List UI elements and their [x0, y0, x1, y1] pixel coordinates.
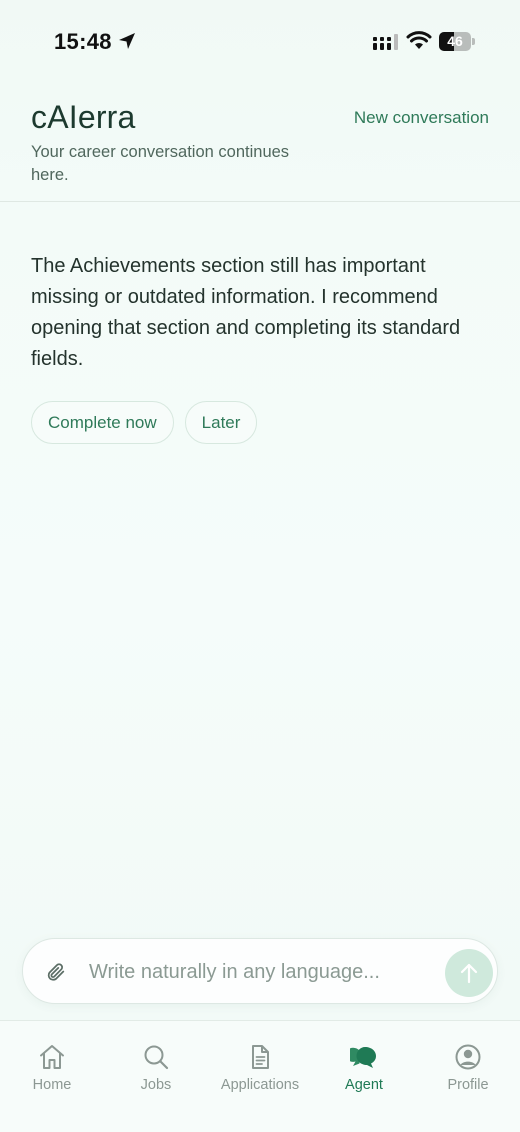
location-arrow-icon: [119, 33, 135, 49]
battery-level: 46: [447, 33, 463, 49]
message-input[interactable]: [89, 951, 389, 993]
message-composer: [22, 938, 498, 1004]
tab-agent[interactable]: Agent: [312, 1021, 416, 1132]
chat-header: cAIerra Your career conversation continu…: [0, 84, 520, 202]
new-conversation-button[interactable]: New conversation: [354, 108, 489, 128]
battery-icon: 46: [439, 32, 475, 51]
chat-bubbles-icon: [350, 1047, 376, 1068]
battery-cap: [472, 38, 475, 45]
status-time: 15:48: [54, 29, 112, 54]
arrow-up-icon: [460, 963, 478, 984]
tab-jobs[interactable]: Jobs: [104, 1021, 208, 1132]
later-button[interactable]: Later: [184, 401, 258, 444]
document-icon: [252, 1045, 269, 1069]
tab-profile-label: Profile: [447, 1077, 489, 1093]
tab-profile[interactable]: Profile: [416, 1021, 520, 1132]
assistant-message: The Achievements section still has impor…: [31, 255, 461, 370]
app-subtitle: Your career conversation continues here.: [31, 143, 290, 184]
complete-now-button[interactable]: Complete now: [31, 401, 174, 444]
tab-agent-label: Agent: [345, 1077, 383, 1093]
tab-applications[interactable]: Applications: [208, 1021, 312, 1132]
home-icon: [40, 1045, 64, 1069]
app-screen: 15:48 46 cAIerra Your career conversatio…: [0, 0, 520, 1132]
tab-bar: Home Jobs Applications Agent Profile: [0, 1020, 520, 1132]
send-button[interactable]: [445, 949, 493, 997]
tab-home[interactable]: Home: [0, 1021, 104, 1132]
tab-jobs-label: Jobs: [140, 1077, 172, 1093]
message-actions: Complete now Later: [31, 401, 258, 444]
user-circle-icon: [455, 1044, 481, 1070]
status-bar: 15:48 46: [0, 0, 520, 84]
cellular-signal-icon: [373, 34, 398, 50]
app-title: cAIerra: [31, 99, 136, 135]
battery-body: 46: [439, 32, 471, 51]
search-icon: [144, 1045, 169, 1070]
paperclip-icon[interactable]: [45, 961, 67, 983]
tab-applications-label: Applications: [220, 1077, 300, 1093]
tab-home-label: Home: [32, 1077, 72, 1093]
wifi-icon: [406, 31, 432, 49]
